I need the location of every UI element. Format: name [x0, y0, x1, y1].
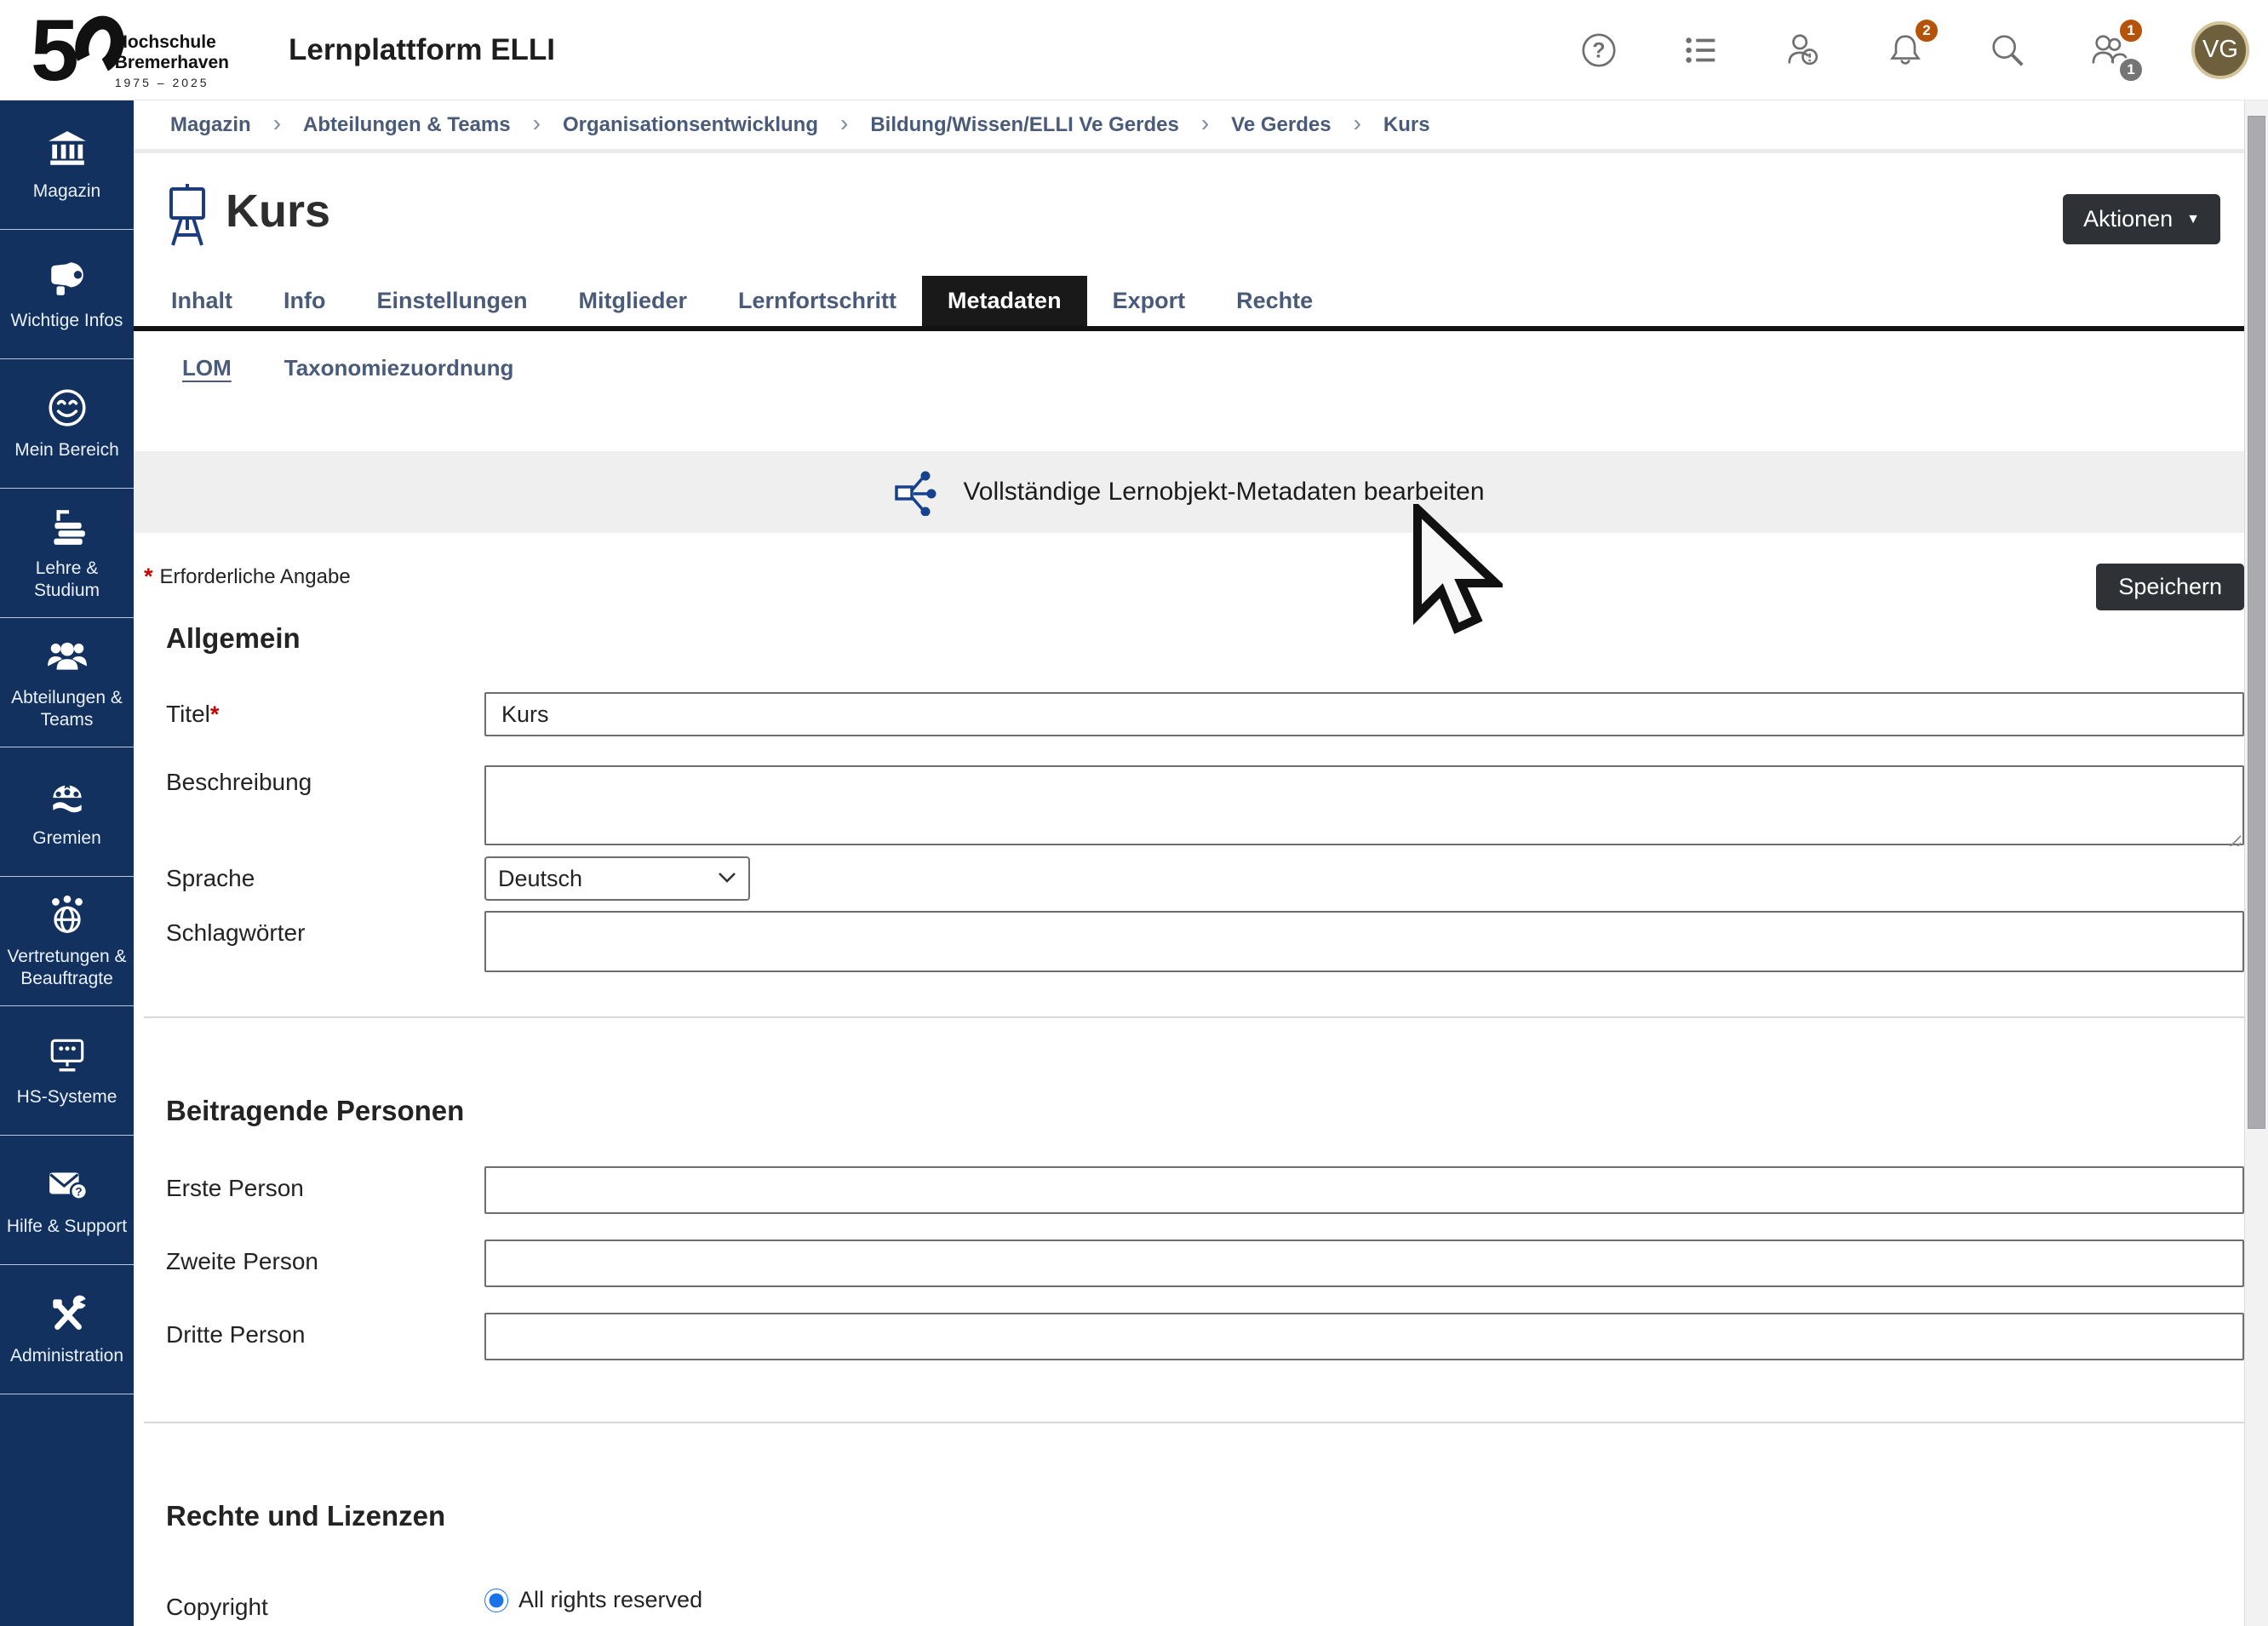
sidebar-filler: [0, 1394, 134, 1626]
sidebar-item-abteilungen-teams[interactable]: Abteilungen & Teams: [0, 618, 134, 747]
sidebar-item-vertretungen-beauftragte[interactable]: Vertretungen & Beauftragte: [0, 877, 134, 1006]
schlagwoerter-input[interactable]: [484, 911, 2244, 972]
erste-person-input[interactable]: [484, 1166, 2244, 1214]
notifications-bell-icon[interactable]: 2: [1885, 30, 1926, 71]
subtab-taxonomiezuordnung[interactable]: Taxonomiezuordnung: [284, 355, 514, 381]
list-icon[interactable]: [1681, 30, 1721, 71]
books-icon: [46, 505, 89, 547]
dritte-person-input[interactable]: [484, 1313, 2244, 1360]
sidebar-item-wichtige-infos[interactable]: Wichtige Infos: [0, 230, 134, 359]
caret-down-icon: ▼: [2186, 212, 2200, 227]
copyright-label: Copyright: [144, 1585, 484, 1621]
breadcrumb: Magazin› Abteilungen & Teams› Organisati…: [134, 100, 2244, 153]
copyright-option-label: All rights reserved: [518, 1587, 702, 1613]
globe-people-icon: [46, 893, 89, 936]
sidebar-item-gremien[interactable]: Gremien: [0, 747, 134, 877]
titel-input[interactable]: [484, 692, 2244, 736]
required-asterisk: *: [144, 564, 153, 590]
logo-years: 1975 – 2025: [115, 76, 229, 89]
schlagwoerter-label: Schlagwörter: [144, 911, 484, 947]
page-title: Kurs: [226, 179, 330, 243]
required-note: Erforderliche Angabe: [160, 564, 351, 589]
section-heading-allgemein: Allgemein: [166, 622, 2244, 655]
sprache-select[interactable]: Deutsch: [484, 856, 750, 901]
sidebar-item-magazin[interactable]: Magazin: [0, 100, 134, 230]
sidebar-item-hilfe-support[interactable]: ? Hilfe & Support: [0, 1136, 134, 1265]
sidebar-item-hs-systeme[interactable]: HS-Systeme: [0, 1006, 134, 1136]
beschreibung-textarea[interactable]: [484, 765, 2244, 845]
logo-text-line1: Hochschule: [115, 32, 229, 53]
sidebar-item-mein-bereich[interactable]: Mein Bereich: [0, 359, 134, 489]
logo-text-line2: Bremerhaven: [115, 53, 229, 73]
university-logo: 5 Hochschule Bremerhaven 1975 – 2025: [31, 10, 229, 89]
main-content: Magazin› Abteilungen & Teams› Organisati…: [134, 100, 2244, 1621]
actions-button[interactable]: Aktionen ▼: [2063, 194, 2220, 244]
zweite-person-label: Zweite Person: [144, 1240, 484, 1275]
logo-digit-5: 5: [31, 14, 76, 87]
tab-inhalt[interactable]: Inhalt: [146, 276, 258, 326]
sprache-label: Sprache: [144, 856, 484, 892]
app-title: Lernplattform ELLI: [289, 33, 555, 67]
titel-required-asterisk: *: [210, 701, 220, 727]
zweite-person-input[interactable]: [484, 1240, 2244, 1287]
monitor-icon: [46, 1033, 89, 1076]
bank-icon: [46, 128, 89, 170]
scrollbar-thumb[interactable]: [2248, 116, 2265, 1129]
contacts-online-badge: 1: [2118, 57, 2144, 83]
main-sidebar: Magazin Wichtige Infos Mein Bereich Lehr…: [0, 100, 134, 1626]
contacts-badge: 1: [2118, 18, 2144, 43]
tab-metadaten[interactable]: Metadaten: [922, 276, 1087, 326]
logo-50-icon: 5: [31, 14, 123, 87]
sidebar-item-lehre-studium[interactable]: Lehre & Studium: [0, 489, 134, 618]
search-icon[interactable]: [1987, 30, 2028, 71]
tab-einstellungen[interactable]: Einstellungen: [351, 276, 553, 326]
section-heading-beitragende: Beitragende Personen: [166, 1095, 2244, 1127]
edit-full-metadata-banner[interactable]: Vollständige Lernobjekt-Metadaten bearbe…: [134, 451, 2244, 533]
sidebar-item-administration[interactable]: Administration: [0, 1265, 134, 1394]
user-status-icon[interactable]: [1783, 30, 1824, 71]
subtab-lom[interactable]: LOM: [182, 355, 232, 381]
user-avatar[interactable]: VG: [2191, 21, 2249, 79]
svg-text:?: ?: [75, 1185, 82, 1198]
subtab-bar: LOM Taxonomiezuordnung: [134, 331, 2244, 402]
course-icon: [168, 182, 207, 247]
notifications-badge: 2: [1914, 18, 1939, 43]
breadcrumb-kurs[interactable]: Kurs: [1383, 113, 1430, 137]
tools-icon: [46, 1292, 89, 1335]
section-divider: [144, 1016, 2244, 1018]
mail-question-icon: ?: [46, 1163, 89, 1205]
committee-icon: [46, 775, 89, 817]
tab-lernfortschritt[interactable]: Lernfortschritt: [713, 276, 922, 326]
help-icon[interactable]: ?: [1578, 30, 1619, 71]
breadcrumb-abteilungen-teams[interactable]: Abteilungen & Teams: [303, 113, 511, 137]
section-heading-rechte: Rechte und Lizenzen: [166, 1500, 2244, 1532]
vertical-scrollbar[interactable]: [2244, 100, 2268, 1626]
megaphone-icon: [46, 257, 89, 300]
erste-person-label: Erste Person: [144, 1166, 484, 1202]
smiley-icon: [46, 386, 89, 429]
tab-mitglieder[interactable]: Mitglieder: [553, 276, 713, 326]
breadcrumb-magazin[interactable]: Magazin: [170, 113, 251, 137]
tab-bar: Inhalt Info Einstellungen Mitglieder Ler…: [134, 276, 2244, 331]
save-button[interactable]: Speichern: [2096, 564, 2244, 610]
copyright-radio-all-rights-reserved[interactable]: [484, 1589, 508, 1612]
tab-rechte[interactable]: Rechte: [1211, 276, 1338, 326]
breadcrumb-bildung-wissen[interactable]: Bildung/Wissen/ELLI Ve Gerdes: [870, 113, 1179, 137]
section-divider: [144, 1422, 2244, 1423]
tab-info[interactable]: Info: [258, 276, 351, 326]
svg-text:?: ?: [1592, 38, 1605, 62]
banner-label: Vollständige Lernobjekt-Metadaten bearbe…: [963, 478, 1484, 507]
top-header: 5 Hochschule Bremerhaven 1975 – 2025 Ler…: [0, 0, 2268, 100]
metadata-tree-icon: [893, 468, 941, 516]
breadcrumb-organisationsentwicklung[interactable]: Organisationsentwicklung: [563, 113, 818, 137]
people-group-icon: [46, 634, 89, 677]
tab-export[interactable]: Export: [1087, 276, 1211, 326]
titel-label: Titel*: [144, 692, 484, 728]
dritte-person-label: Dritte Person: [144, 1313, 484, 1348]
breadcrumb-ve-gerdes[interactable]: Ve Gerdes: [1231, 113, 1331, 137]
beschreibung-label: Beschreibung: [144, 765, 484, 796]
contacts-icon[interactable]: 1 1: [2089, 30, 2130, 71]
metadata-form: * Erforderliche Angabe Speichern Allgeme…: [134, 564, 2244, 1621]
